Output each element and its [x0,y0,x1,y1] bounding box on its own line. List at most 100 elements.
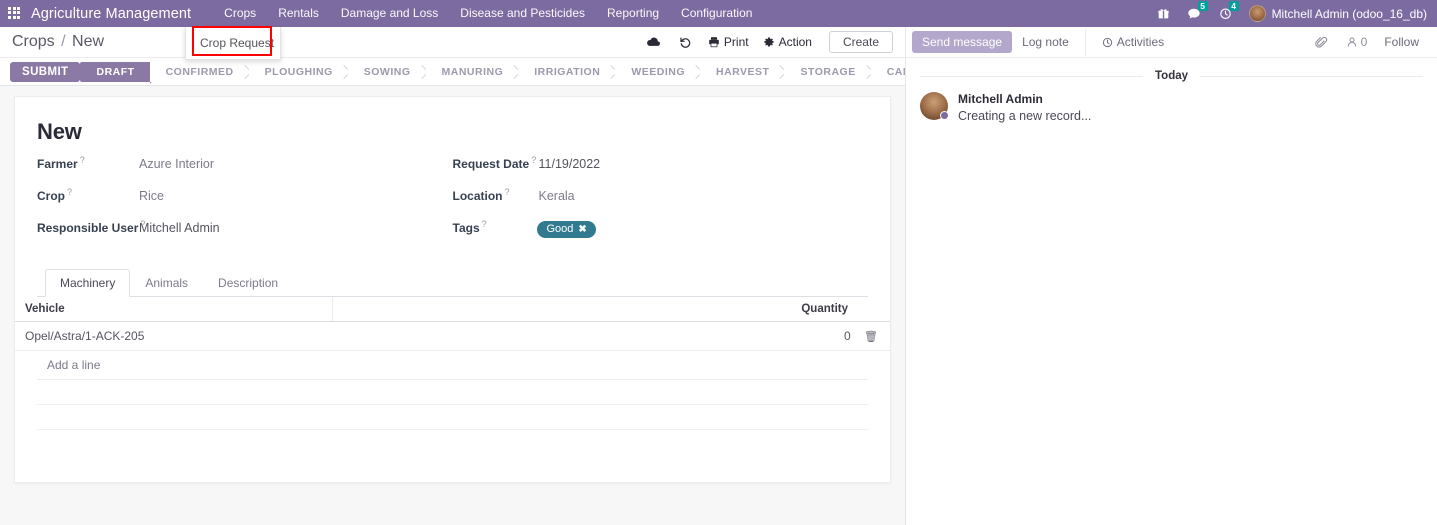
form-column-left: Farmer? Azure Interior Crop? Rice Respon… [37,155,453,251]
field-tags: Tags? Good ✖ [453,219,869,249]
stage-ploughing[interactable]: PLOUGHING [248,61,348,82]
paperclip-icon[interactable] [1306,36,1337,49]
nav-item-rentals[interactable]: Rentals [267,0,330,27]
tooltip-icon[interactable]: ? [80,155,85,165]
statusbar-stages: DRAFT CONFIRMED PLOUGHING SOWING MANURIN… [80,61,905,84]
field-request-date-label-text: Request Date [452,157,530,171]
app-brand-title[interactable]: Agriculture Management [31,6,191,22]
field-farmer-value[interactable]: Azure Interior [137,157,214,171]
cell-quantity[interactable]: 0 🗑 [662,321,890,351]
chatter-toolbar-divider [1084,28,1086,56]
print-label: Print [723,35,749,49]
day-separator: Today [920,70,1424,82]
dropdown-item-crop-request[interactable]: Crop Request [186,31,280,55]
field-request-date-label: Request Date? [453,155,537,171]
create-button[interactable]: Create [828,31,893,53]
action-button[interactable]: Action [756,29,819,55]
avatar [1248,5,1266,22]
tooltip-icon[interactable]: ? [531,155,536,165]
cell-vehicle[interactable]: Opel/Astra/1-ACK-205 [15,321,333,351]
field-location: Location? Kerala [453,187,869,217]
column-header-vehicle[interactable]: Vehicle [15,297,333,322]
tooltip-icon[interactable]: ? [482,219,487,229]
printer-icon [709,37,719,48]
field-responsible-user-label-text: Responsible User [37,221,139,235]
submit-button[interactable]: SUBMIT [10,61,81,82]
field-farmer: Farmer? Azure Interior [37,155,453,185]
machinery-table: Vehicle Quantity Opel/Astra/1-ACK-205 0 [15,297,890,351]
tab-animals[interactable]: Animals [130,269,203,297]
send-message-button[interactable]: Send message [912,31,1013,53]
field-responsible-user-value[interactable]: Mitchell Admin [137,221,220,235]
table-row[interactable]: Opel/Astra/1-ACK-205 0 🗑 [15,321,890,351]
messages-icon[interactable]: 5 [1178,0,1210,27]
form-column: Crops / New Print Action Create SUBMIT D… [0,27,906,525]
print-button[interactable]: Print [701,29,756,55]
chatter-toolbar: Send message Log note Activities 0 Follo… [906,27,1437,58]
add-a-line-button[interactable]: Add a line [37,351,868,380]
nav-item-configuration[interactable]: Configuration [670,0,763,27]
form-fields: Farmer? Azure Interior Crop? Rice Respon… [37,155,868,251]
activities-badge: 4 [1228,1,1239,11]
sheet-bottom-spacer [37,430,868,482]
breadcrumb-root[interactable]: Crops [12,33,55,50]
main-content: Crops / New Print Action Create SUBMIT D… [0,27,1437,525]
author-avatar [920,92,949,120]
field-tags-label-text: Tags [452,221,480,235]
notebook: Machinery Animals Description Vehicle Qu… [15,269,890,430]
follower-user-icon [1347,37,1356,47]
stage-storage[interactable]: STORAGE [784,61,871,82]
user-menu[interactable]: Mitchell Admin (odoo_16_db) [1241,0,1433,27]
stage-harvest[interactable]: HARVEST [699,61,785,82]
followers-count: 0 [1360,35,1368,49]
breadcrumb: Crops / New [12,33,104,51]
activities-button[interactable]: Activities [1092,31,1174,53]
tab-description[interactable]: Description [203,269,293,297]
day-separator-label: Today [1155,70,1189,82]
tab-machinery[interactable]: Machinery [45,269,131,297]
user-name-label: Mitchell Admin (odoo_16_db) [1271,6,1427,21]
status-bar-row: SUBMIT DRAFT CONFIRMED PLOUGHING SOWING … [0,58,905,86]
stage-manuring[interactable]: MANURING [425,61,519,82]
stage-cancel[interactable]: CANCEL [870,61,905,82]
gift-icon[interactable] [1149,0,1178,27]
log-note-button[interactable]: Log note [1012,31,1079,53]
page-title: New [37,119,82,144]
nav-item-damage-and-loss[interactable]: Damage and Loss [330,0,449,27]
nav-item-crops[interactable]: Crops [213,0,267,27]
stage-weeding[interactable]: WEEDING [615,61,700,82]
chatter-thread: Today Mitchell Admin Creating a new reco… [906,58,1437,525]
field-crop-label-text: Crop [37,189,65,203]
apps-grid-icon[interactable] [8,6,22,21]
field-request-date-value[interactable]: 11/19/2022 [537,157,601,171]
close-x-icon[interactable]: ✖ [578,224,586,235]
clock-activity-icon[interactable]: 4 [1210,0,1241,27]
field-location-value[interactable]: Kerala [537,189,575,203]
chatter-right-tools: 0 Follow [1306,35,1427,49]
cloud-save-icon[interactable] [637,36,670,49]
cell-spacer [332,321,663,351]
field-tags-value[interactable]: Good ✖ [536,220,596,238]
discard-undo-icon[interactable] [670,36,701,49]
tag-badge-good[interactable]: Good ✖ [536,221,596,238]
trash-icon[interactable]: 🗑 [864,331,878,343]
stage-irrigation[interactable]: IRRIGATION [518,61,616,82]
stage-draft[interactable]: DRAFT [80,61,158,84]
activities-label: Activities [1116,35,1165,49]
tooltip-icon[interactable]: ? [67,187,72,197]
stage-sowing[interactable]: SOWING [347,61,426,82]
tooltip-icon[interactable]: ? [505,187,510,197]
column-header-quantity[interactable]: Quantity [662,297,890,322]
field-crop-value[interactable]: Rice [137,189,164,203]
gear-icon [763,37,774,47]
form-sheet: New Farmer? Azure Interior Crop? Rice Re… [14,96,891,483]
follow-button[interactable]: Follow [1376,35,1427,49]
stage-confirmed[interactable]: CONFIRMED [149,61,249,82]
nav-item-reporting[interactable]: Reporting [596,0,670,27]
nav-item-disease-and-pesticides[interactable]: Disease and Pesticides [449,0,596,27]
navbar-right-tools: 5 4 Mitchell Admin (odoo_16_db) [1149,0,1437,27]
followers-button[interactable]: 0 [1337,35,1377,49]
form-column-right: Request Date? 11/19/2022 Location? Keral… [453,155,869,251]
table-header: Vehicle Quantity [15,297,890,322]
table-filler-row [37,380,868,405]
